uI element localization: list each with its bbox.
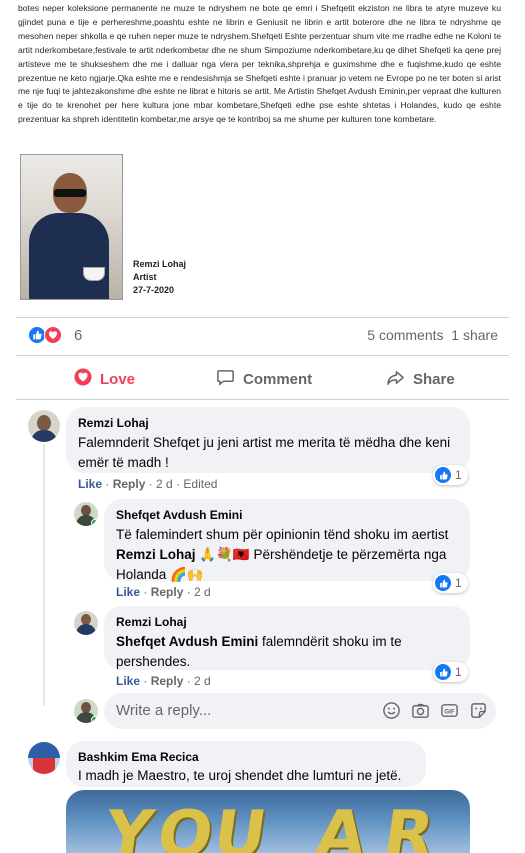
like-link[interactable]: Like — [78, 477, 102, 491]
svg-text:GIF: GIF — [444, 708, 454, 715]
comment-meta: Like · Reply · 2 d · Edited — [78, 477, 218, 491]
reply-text: Shefqet Avdush Emini falemndërit shoku i… — [116, 632, 458, 672]
share-arrow-icon — [386, 368, 405, 391]
comment-reaction-badge[interactable]: 1 — [433, 662, 468, 682]
edited-label: Edited — [183, 477, 218, 491]
comment-bubble: Bashkim Ema Recica I madh je Maestro, te… — [66, 741, 426, 787]
post-card: botes neper koleksione permanente ne muz… — [0, 0, 525, 853]
divider — [16, 317, 509, 318]
reply-text: Të falemindert shum për opinionin tënd s… — [116, 525, 458, 585]
comment-author[interactable]: Remzi Lohaj — [78, 415, 458, 431]
reaction-count: 1 — [455, 468, 462, 482]
gif-icon[interactable]: GIF — [440, 701, 459, 725]
comment-author[interactable]: Bashkim Ema Recica — [78, 749, 414, 765]
comment-text: Falemnderit Shefqet ju jeni artist me me… — [78, 435, 451, 470]
avatar[interactable] — [28, 410, 60, 442]
shares-count-link[interactable]: 1 share — [451, 327, 498, 343]
share-button[interactable]: Share — [386, 364, 455, 394]
sticker-icon[interactable] — [469, 701, 488, 725]
share-label: Share — [413, 370, 455, 388]
comment-time[interactable]: 2 d — [194, 674, 211, 688]
comment-meta: Like · Reply · 2 d — [116, 585, 211, 599]
avatar[interactable] — [74, 502, 98, 526]
like-link[interactable]: Like — [116, 585, 140, 599]
reaction-count: 6 — [74, 327, 83, 344]
comment-label: Comment — [243, 370, 313, 388]
emoji-icons: 🙏💐🇦🇱 — [199, 547, 250, 562]
like-icon — [435, 575, 451, 591]
gif-letter: U — [208, 798, 272, 853]
letter-text: botes neper koleksione permanente ne muz… — [18, 3, 501, 125]
like-icon — [435, 467, 451, 483]
emoji-icons: 🌈🙌 — [170, 567, 204, 582]
comment-bubble: Remzi Lohaj Falemnderit Shefqet ju jeni … — [66, 407, 470, 473]
reply-text-start: Të falemindert shum për opinionin tënd s… — [116, 527, 449, 542]
thread-line — [43, 444, 45, 706]
reaction-count: 1 — [455, 665, 462, 679]
comment-meta: Like · Reply · 2 d — [116, 674, 211, 688]
reply-author[interactable]: Remzi Lohaj — [116, 614, 458, 630]
gif-letter: Y — [100, 798, 158, 853]
avatar[interactable] — [74, 611, 98, 635]
reply-link[interactable]: Reply — [151, 585, 184, 599]
camera-icon[interactable] — [411, 701, 430, 725]
mention-link[interactable]: Shefqet Avdush Emini — [116, 634, 258, 649]
signature-date: 27-7-2020 — [133, 285, 175, 295]
divider — [16, 355, 509, 356]
mention-link[interactable]: Remzi Lohaj — [116, 547, 196, 562]
avatar[interactable] — [28, 742, 60, 774]
reply-author[interactable]: Shefqet Avdush Emini — [116, 507, 458, 523]
comments-count-link[interactable]: 5 comments — [367, 327, 443, 343]
reply-input[interactable]: Write a reply... GIF — [104, 693, 496, 729]
post-actions: Love Comment Share — [16, 364, 509, 394]
signature-name: Remzi Lohaj — [133, 259, 187, 269]
smiley-icon[interactable] — [382, 701, 401, 725]
love-reaction-icon — [44, 326, 62, 344]
gif-letter: O — [152, 798, 218, 853]
reaction-summary[interactable]: 6 5 comments 1 share — [28, 326, 498, 346]
post-stats: 5 comments 1 share — [367, 327, 498, 343]
letter-image[interactable]: botes neper koleksione permanente ne muz… — [18, 0, 501, 318]
divider — [16, 399, 509, 400]
comment-reaction-badge[interactable]: 1 — [433, 465, 468, 485]
heart-icon — [74, 368, 92, 390]
signature-block: Remzi Lohaj Artist 27-7-2020 — [133, 258, 186, 297]
gif-attachment[interactable]: Y O U A R — [66, 790, 470, 853]
reply-link[interactable]: Reply — [151, 674, 184, 688]
gif-letter: A — [310, 798, 371, 853]
love-label: Love — [100, 370, 136, 388]
comment-button[interactable]: Comment — [216, 364, 312, 394]
reply-link[interactable]: Reply — [113, 477, 146, 491]
signature-role: Artist — [133, 272, 157, 282]
reaction-count: 1 — [455, 576, 462, 590]
gif-letter: R — [378, 798, 439, 853]
comment-time[interactable]: 2 d — [156, 477, 173, 491]
reply-tools: GIF — [382, 701, 488, 725]
comment-reaction-badge[interactable]: 1 — [433, 573, 468, 593]
like-link[interactable]: Like — [116, 674, 140, 688]
like-icon — [435, 664, 451, 680]
comment-text: I madh je Maestro, te uroj shendet dhe l… — [78, 768, 402, 783]
current-user-avatar[interactable] — [74, 699, 98, 723]
reply-placeholder: Write a reply... — [116, 702, 212, 719]
comment-time[interactable]: 2 d — [194, 585, 211, 599]
artist-photo — [20, 154, 123, 300]
love-button[interactable]: Love — [74, 364, 135, 394]
reply-bubble: Shefqet Avdush Emini Të falemindert shum… — [104, 499, 470, 582]
speech-bubble-icon — [216, 368, 235, 391]
reply-bubble: Remzi Lohaj Shefqet Avdush Emini falemnd… — [104, 606, 470, 670]
